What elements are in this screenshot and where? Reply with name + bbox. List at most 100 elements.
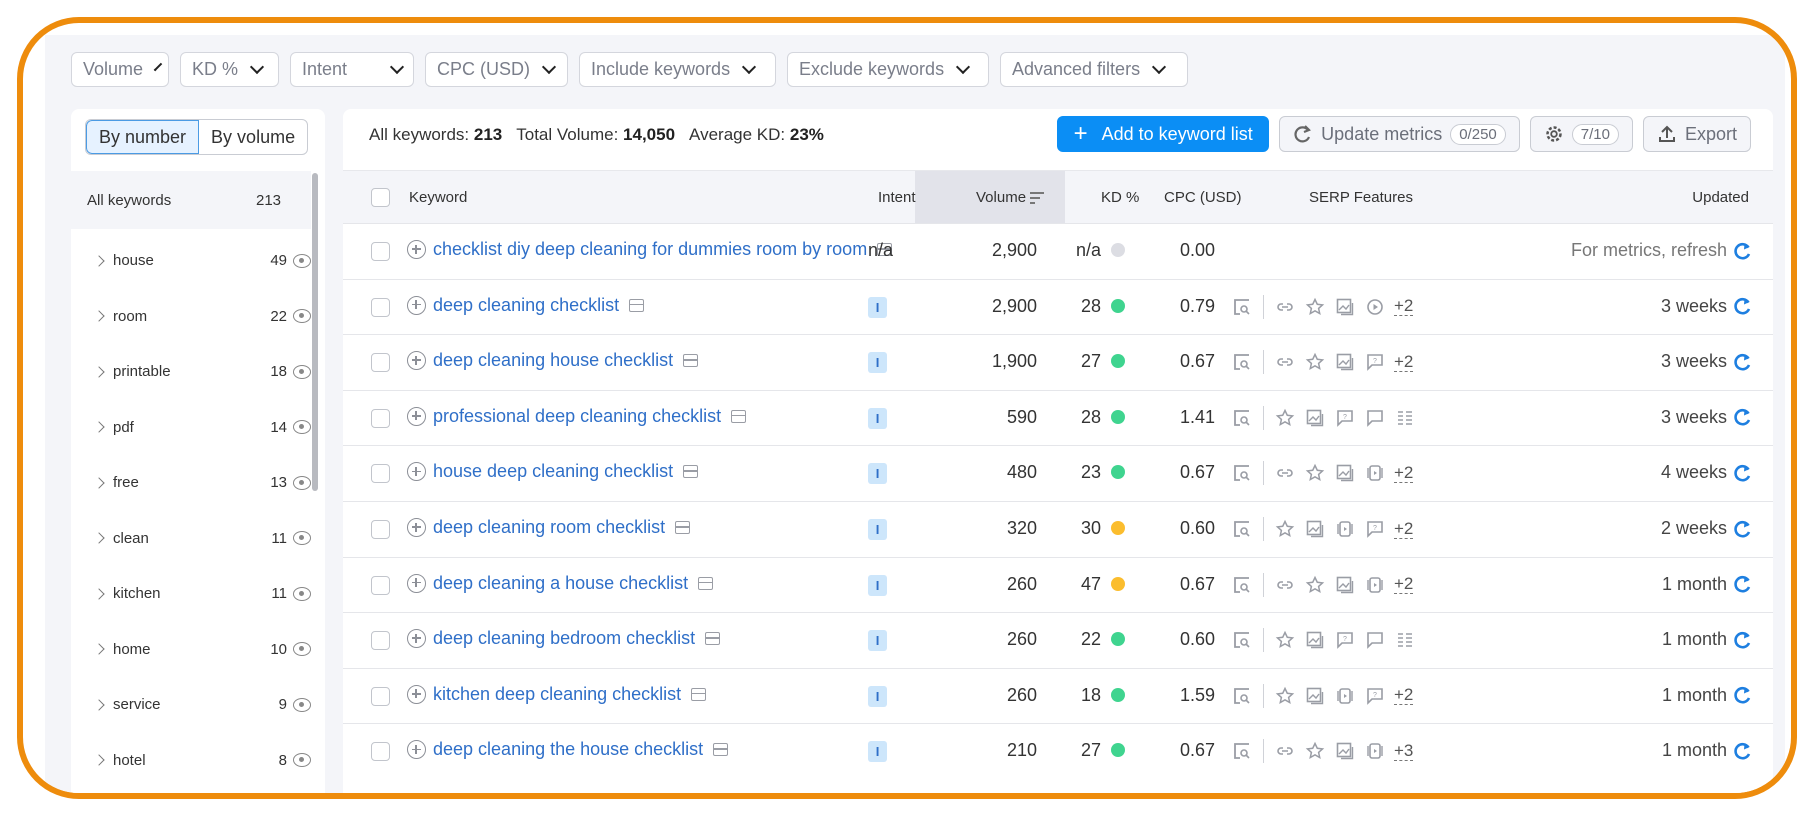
keyword-link[interactable]: house deep cleaning checklist — [407, 461, 699, 482]
filter-intent[interactable]: Intent — [290, 52, 414, 87]
filter-include-keywords[interactable]: Include keywords — [579, 52, 776, 87]
keyword-group-item[interactable]: free 13 — [71, 455, 311, 510]
keyword-group-item[interactable]: kitchen 11 — [71, 566, 311, 621]
serp-preview-icon[interactable] — [698, 576, 714, 590]
eye-icon[interactable] — [293, 531, 311, 545]
refresh-icon[interactable] — [1733, 352, 1753, 372]
chevron-right-icon[interactable] — [93, 698, 105, 711]
serp-preview-icon[interactable] — [713, 743, 729, 757]
refresh-icon[interactable] — [1733, 463, 1753, 483]
eye-icon[interactable] — [293, 642, 311, 656]
row-checkbox[interactable] — [371, 686, 390, 706]
chevron-right-icon[interactable] — [93, 365, 105, 378]
serp-preview-icon[interactable] — [731, 409, 747, 423]
refresh-icon[interactable] — [1733, 519, 1753, 539]
add-circle-icon[interactable] — [407, 295, 426, 315]
keyword-link[interactable]: deep cleaning house checklist — [407, 350, 699, 371]
eye-icon[interactable] — [293, 586, 311, 601]
col-kd[interactable]: KD % — [1101, 189, 1139, 206]
add-circle-icon[interactable] — [407, 740, 426, 760]
serp-preview-icon[interactable] — [705, 632, 721, 646]
filter-advanced[interactable]: Advanced filters — [1000, 52, 1188, 87]
add-circle-icon[interactable] — [407, 684, 426, 704]
row-checkbox[interactable] — [371, 297, 390, 317]
more-serp-features[interactable]: +2 — [1394, 519, 1414, 539]
row-checkbox[interactable] — [371, 408, 390, 428]
more-serp-features[interactable]: +2 — [1394, 463, 1414, 483]
refresh-icon[interactable] — [1733, 241, 1753, 261]
col-keyword[interactable]: Keyword — [409, 189, 467, 206]
serp-preview-icon[interactable] — [683, 465, 699, 479]
update-metrics-button[interactable]: Update metrics 0/250 — [1279, 116, 1520, 152]
add-circle-icon[interactable] — [407, 518, 426, 537]
serp-preview-icon[interactable] — [675, 521, 691, 534]
refresh-icon[interactable] — [1733, 296, 1753, 316]
settings-button[interactable]: 7/10 — [1529, 116, 1633, 152]
chevron-right-icon[interactable] — [93, 532, 105, 544]
keyword-link[interactable]: deep cleaning checklist — [407, 295, 645, 316]
keyword-group-item[interactable]: printable 18 — [71, 344, 311, 399]
more-serp-features[interactable]: +2 — [1394, 352, 1414, 372]
all-keywords-group[interactable]: All keywords 213 — [71, 171, 311, 229]
keyword-group-item[interactable]: house 49 — [71, 233, 311, 288]
row-checkbox[interactable] — [371, 464, 390, 484]
row-checkbox[interactable] — [371, 520, 390, 539]
chevron-right-icon[interactable] — [93, 421, 105, 433]
keyword-group-item[interactable]: room 22 — [71, 289, 311, 344]
more-serp-features[interactable]: +2 — [1394, 297, 1414, 317]
keyword-link[interactable]: deep cleaning the house checklist — [407, 739, 729, 760]
keyword-link[interactable]: deep cleaning a house checklist — [407, 573, 714, 594]
refresh-icon[interactable] — [1733, 741, 1753, 761]
row-checkbox[interactable] — [371, 631, 390, 651]
refresh-icon[interactable] — [1733, 685, 1753, 705]
eye-icon[interactable] — [293, 753, 311, 767]
more-serp-features[interactable]: +2 — [1394, 686, 1414, 706]
refresh-icon[interactable] — [1733, 407, 1753, 427]
keyword-link[interactable]: professional deep cleaning checklist — [407, 406, 747, 427]
add-circle-icon[interactable] — [407, 240, 426, 259]
col-volume[interactable]: Volume — [976, 189, 1045, 206]
refresh-icon[interactable] — [1733, 630, 1753, 650]
add-circle-icon[interactable] — [407, 406, 426, 426]
chevron-right-icon[interactable] — [93, 310, 105, 322]
eye-icon[interactable] — [293, 364, 311, 379]
chevron-right-icon[interactable] — [93, 476, 105, 489]
add-circle-icon[interactable] — [407, 351, 426, 371]
eye-icon[interactable] — [293, 697, 311, 712]
row-checkbox[interactable] — [371, 242, 390, 261]
more-serp-features[interactable]: +3 — [1394, 741, 1414, 761]
col-serp-features[interactable]: SERP Features — [1309, 189, 1413, 206]
chevron-right-icon[interactable] — [93, 587, 105, 600]
keyword-group-item[interactable]: hotel 8 — [71, 733, 311, 788]
scrollbar[interactable] — [312, 173, 318, 491]
serp-preview-icon[interactable] — [629, 298, 645, 312]
chevron-right-icon[interactable] — [93, 254, 105, 267]
eye-icon[interactable] — [293, 420, 311, 434]
export-button[interactable]: Export — [1642, 116, 1751, 152]
select-all-checkbox[interactable] — [371, 188, 390, 207]
chevron-right-icon[interactable] — [93, 643, 105, 655]
filter-kd[interactable]: KD % — [180, 52, 279, 87]
keyword-link[interactable]: deep cleaning bedroom checklist — [407, 628, 721, 649]
refresh-icon[interactable] — [1733, 574, 1753, 594]
add-circle-icon[interactable] — [407, 573, 426, 593]
eye-icon[interactable] — [293, 475, 311, 490]
keyword-group-item[interactable]: service 9 — [71, 677, 311, 732]
chevron-right-icon[interactable] — [93, 754, 105, 766]
by-volume-toggle[interactable]: By volume — [199, 120, 307, 154]
by-number-toggle[interactable]: By number — [86, 120, 200, 154]
filter-cpc[interactable]: CPC (USD) — [425, 52, 568, 87]
keyword-link[interactable]: checklist diy deep cleaning for dummies … — [407, 239, 893, 260]
keyword-group-item[interactable]: home 10 — [71, 622, 311, 677]
add-circle-icon[interactable] — [407, 462, 426, 482]
eye-icon[interactable] — [293, 253, 311, 268]
filter-exclude-keywords[interactable]: Exclude keywords — [787, 52, 989, 87]
col-cpc[interactable]: CPC (USD) — [1164, 189, 1242, 206]
keyword-link[interactable]: kitchen deep cleaning checklist — [407, 684, 707, 705]
more-serp-features[interactable]: +2 — [1394, 575, 1414, 595]
keyword-group-item[interactable]: pdf 14 — [71, 400, 311, 455]
serp-preview-icon[interactable] — [691, 687, 707, 701]
serp-preview-icon[interactable] — [683, 354, 699, 368]
col-updated[interactable]: Updated — [1692, 189, 1749, 206]
add-to-keyword-list-button[interactable]: + Add to keyword list — [1057, 116, 1270, 152]
